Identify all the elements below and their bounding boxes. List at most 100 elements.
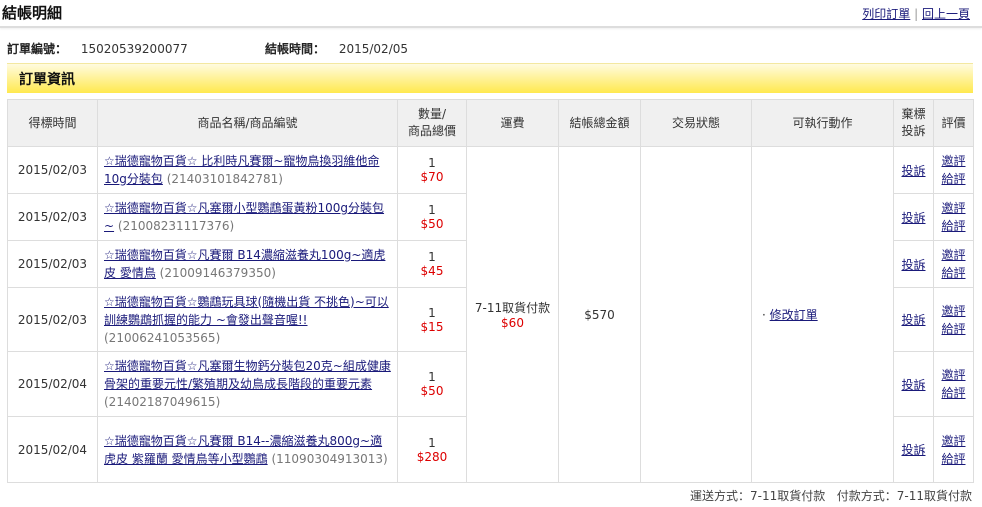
quantity: 1 xyxy=(428,250,436,264)
invite-review-link[interactable]: 邀評 xyxy=(941,201,965,215)
col-status: 交易狀態 xyxy=(640,99,752,147)
quantity: 1 xyxy=(428,156,436,170)
col-total: 結帳總金額 xyxy=(558,99,641,147)
item-price: $45 xyxy=(420,264,444,278)
shipping-method-label: 運送方式： xyxy=(690,489,751,503)
product-code: (21402187049615) xyxy=(104,395,221,409)
shipping-method: 7-11取貨付款 xyxy=(750,489,826,503)
order-table: 得標時間 商品名稱/商品編號 數量/ 商品總價 運費 結帳總金額 交易狀態 可執… xyxy=(7,99,974,483)
checkout-time: 結帳時間： 2015/02/05 xyxy=(265,40,408,57)
complaint-link[interactable]: 投訴 xyxy=(901,313,925,327)
product-code: (21009146379350) xyxy=(159,266,276,280)
invite-review-link[interactable]: 邀評 xyxy=(941,248,965,262)
complaint-link[interactable]: 投訴 xyxy=(901,164,925,178)
give-review-link[interactable]: 給評 xyxy=(941,452,965,466)
give-review-link[interactable]: 給評 xyxy=(941,172,965,186)
row-qty-price: 1 $45 xyxy=(397,240,467,288)
row-product: ☆瑞德寵物百貨☆凡賽爾 B14--濃縮滋養丸800g~適虎皮 紫羅蘭 愛情鳥等小… xyxy=(97,416,398,483)
col-name: 商品名稱/商品編號 xyxy=(97,99,398,147)
col-shipping: 運費 xyxy=(466,99,559,147)
quantity: 1 xyxy=(428,203,436,217)
order-number: 訂單編號： 15020539200077 xyxy=(7,40,188,57)
row-qty-price: 1 $50 xyxy=(397,193,467,241)
complaint-cell: 投訴 xyxy=(893,240,934,288)
product-code: (21403101842781) xyxy=(166,172,283,186)
modify-order-link[interactable]: 修改訂單 xyxy=(770,308,818,322)
back-link[interactable]: 回上一頁 xyxy=(922,7,970,21)
item-price: $50 xyxy=(420,217,444,231)
row-qty-price: 1 $15 xyxy=(397,287,467,352)
product-link[interactable]: ☆瑞德寵物百貨☆鸚鵡玩具球(隨機出貨 不挑色)~可以訓練鸚鵡抓握的能力 ~會發出… xyxy=(104,295,389,327)
row-date: 2015/02/03 xyxy=(7,193,98,241)
product-link[interactable]: ☆瑞德寵物百貨☆凡塞爾生物鈣分裝包20克~組成健康骨架的重要元性/繁殖期及幼鳥成… xyxy=(104,359,391,391)
order-number-label: 訂單編號： xyxy=(7,42,68,56)
give-review-link[interactable]: 給評 xyxy=(941,386,965,400)
section-title: 訂單資訊 xyxy=(19,72,75,88)
row-date: 2015/02/03 xyxy=(7,146,98,194)
row-date: 2015/02/03 xyxy=(7,287,98,352)
item-price: $50 xyxy=(420,384,444,398)
separator: | xyxy=(914,7,919,21)
page-title: 結帳明細 xyxy=(2,4,63,22)
give-review-link[interactable]: 給評 xyxy=(941,266,965,280)
order-number-value: 15020539200077 xyxy=(80,42,188,56)
invite-review-link[interactable]: 邀評 xyxy=(941,304,965,318)
item-price: $15 xyxy=(420,319,444,334)
review-cell: 邀評 給評 xyxy=(933,287,974,352)
give-review-link[interactable]: 給評 xyxy=(941,219,965,233)
complaint-link[interactable]: 投訴 xyxy=(901,258,925,272)
complaint-link[interactable]: 投訴 xyxy=(901,378,925,392)
invite-review-link[interactable]: 邀評 xyxy=(941,434,965,448)
footer-info: 運送方式：7-11取貨付款 付款方式：7-11取貨付款 xyxy=(690,487,972,504)
shipping-fee: $60 xyxy=(501,316,524,330)
row-date: 2015/02/04 xyxy=(7,351,98,417)
invite-review-link[interactable]: 邀評 xyxy=(941,368,965,382)
row-product: ☆瑞德寵物百貨☆凡賽爾 B14濃縮滋養丸100g~適虎皮 愛情鳥 (210091… xyxy=(97,240,398,288)
row-qty-price: 1 $70 xyxy=(397,146,467,194)
review-cell: 邀評 給評 xyxy=(933,146,974,194)
row-product: ☆瑞德寵物百貨☆鸚鵡玩具球(隨機出貨 不挑色)~可以訓練鸚鵡抓握的能力 ~會發出… xyxy=(97,287,398,352)
shipping-cell: 7-11取貨付款 $60 xyxy=(466,146,559,483)
review-cell: 邀評 給評 xyxy=(933,416,974,483)
review-cell: 邀評 給評 xyxy=(933,240,974,288)
total-amount: $570 xyxy=(558,146,641,483)
print-order-link[interactable]: 列印訂單 xyxy=(862,7,910,21)
trade-status xyxy=(640,146,752,483)
complaint-link[interactable]: 投訴 xyxy=(901,211,925,225)
complaint-cell: 投訴 xyxy=(893,416,934,483)
row-product: ☆瑞德寵物百貨☆ 比利時凡賽爾~寵物鳥換羽維他命10g分裝包 (21403101… xyxy=(97,146,398,194)
product-code: (21006241053565) xyxy=(104,330,221,345)
row-date: 2015/02/04 xyxy=(7,416,98,483)
col-action: 可執行動作 xyxy=(751,99,894,147)
give-review-link[interactable]: 給評 xyxy=(941,322,965,336)
row-qty-price: 1 $50 xyxy=(397,351,467,417)
col-complaint: 棄標 投訴 xyxy=(893,99,934,147)
bullet: · xyxy=(762,308,770,322)
complaint-cell: 投訴 xyxy=(893,287,934,352)
page-header: 結帳明細 列印訂單 | 回上一頁 xyxy=(0,0,982,28)
row-date: 2015/02/03 xyxy=(7,240,98,288)
complaint-cell: 投訴 xyxy=(893,351,934,417)
header-links: 列印訂單 | 回上一頁 xyxy=(862,5,970,22)
invite-review-link[interactable]: 邀評 xyxy=(941,154,965,168)
product-code: (11090304913013) xyxy=(271,451,388,466)
action-cell: · 修改訂單 xyxy=(751,146,894,483)
row-product: ☆瑞德寵物百貨☆凡塞爾小型鸚鵡蛋黃粉100g分裝包~ (210082311173… xyxy=(97,193,398,241)
col-review: 評價 xyxy=(933,99,974,147)
table-row: 2015/02/03 ☆瑞德寵物百貨☆ 比利時凡賽爾~寵物鳥換羽維他命10g分裝… xyxy=(7,146,974,483)
col-date: 得標時間 xyxy=(7,99,98,147)
payment-method: 7-11取貨付款 xyxy=(896,489,972,503)
review-cell: 邀評 給評 xyxy=(933,193,974,241)
table-header: 得標時間 商品名稱/商品編號 數量/ 商品總價 運費 結帳總金額 交易狀態 可執… xyxy=(7,99,974,147)
checkout-time-value: 2015/02/05 xyxy=(338,42,409,56)
complaint-cell: 投訴 xyxy=(893,193,934,241)
complaint-cell: 投訴 xyxy=(893,146,934,194)
section-bar: 訂單資訊 xyxy=(7,63,973,93)
review-cell: 邀評 給評 xyxy=(933,351,974,417)
payment-method-label: 付款方式： xyxy=(836,489,897,503)
row-product: ☆瑞德寵物百貨☆凡塞爾生物鈣分裝包20克~組成健康骨架的重要元性/繁殖期及幼鳥成… xyxy=(97,351,398,417)
quantity: 1 xyxy=(428,370,436,384)
complaint-link[interactable]: 投訴 xyxy=(901,443,925,457)
col-qty: 數量/ 商品總價 xyxy=(397,99,467,147)
quantity: 1 xyxy=(428,435,436,450)
